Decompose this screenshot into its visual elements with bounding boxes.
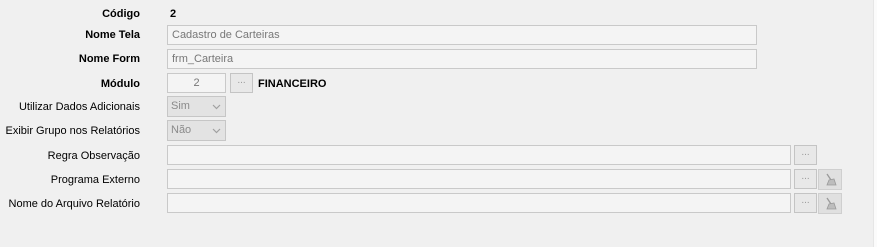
utilizar-dados-adicionais-select[interactable]: Sim — [167, 96, 226, 117]
exibir-grupo-relatorios-value: Não — [171, 124, 192, 136]
programa-externo-field[interactable] — [167, 169, 791, 189]
nome-arquivo-relatorio-lookup-button[interactable]: ... — [794, 193, 817, 213]
nome-form-label: Nome Form — [78, 53, 140, 65]
chevron-down-icon — [212, 128, 221, 134]
row-exibir-grupo-relatorios: Exibir Grupo nos Relatórios Não — [0, 120, 873, 142]
row-programa-externo: Programa Externo ... — [0, 169, 873, 191]
modulo-code-field[interactable]: 2 — [167, 73, 226, 93]
nome-tela-label: Nome Tela — [85, 29, 140, 41]
row-modulo: Módulo 2 ... FINANCEIRO — [0, 73, 873, 95]
codigo-value: 2 — [170, 8, 177, 20]
row-nome-form: Nome Form frm_Carteira — [0, 48, 873, 70]
broom-icon — [826, 173, 837, 186]
regra-observacao-field[interactable] — [167, 145, 791, 165]
programa-externo-lookup-button[interactable]: ... — [794, 169, 817, 189]
modulo-label: Módulo — [100, 78, 140, 90]
broom-icon — [826, 197, 837, 210]
window-right-edge — [873, 0, 877, 247]
regra-observacao-label: Regra Observação — [47, 150, 140, 162]
nome-arquivo-relatorio-label: Nome do Arquivo Relatório — [8, 198, 140, 210]
programa-externo-label: Programa Externo — [50, 174, 140, 186]
utilizar-dados-adicionais-label: Utilizar Dados Adicionais — [18, 101, 140, 113]
nome-form-field[interactable]: frm_Carteira — [167, 49, 757, 69]
utilizar-dados-adicionais-value: Sim — [171, 100, 190, 112]
chevron-down-icon — [212, 104, 221, 110]
exibir-grupo-relatorios-label: Exibir Grupo nos Relatórios — [5, 125, 140, 137]
row-regra-observacao: Regra Observação ... — [0, 145, 873, 167]
codigo-label: Código — [102, 8, 140, 20]
exibir-grupo-relatorios-select[interactable]: Não — [167, 120, 226, 141]
nome-arquivo-relatorio-field[interactable] — [167, 193, 791, 213]
regra-observacao-lookup-button[interactable]: ... — [794, 145, 817, 165]
row-nome-tela: Nome Tela Cadastro de Carteiras — [0, 24, 873, 46]
row-utilizar-dados-adicionais: Utilizar Dados Adicionais Sim — [0, 96, 873, 118]
modulo-name: FINANCEIRO — [258, 78, 327, 90]
programa-externo-clear-button[interactable] — [818, 169, 842, 190]
row-nome-arquivo-relatorio: Nome do Arquivo Relatório ... — [0, 193, 873, 215]
nome-arquivo-relatorio-clear-button[interactable] — [818, 193, 842, 214]
nome-tela-field[interactable]: Cadastro de Carteiras — [167, 25, 757, 45]
modulo-lookup-button[interactable]: ... — [230, 73, 253, 93]
row-codigo: Código 2 — [0, 3, 873, 25]
